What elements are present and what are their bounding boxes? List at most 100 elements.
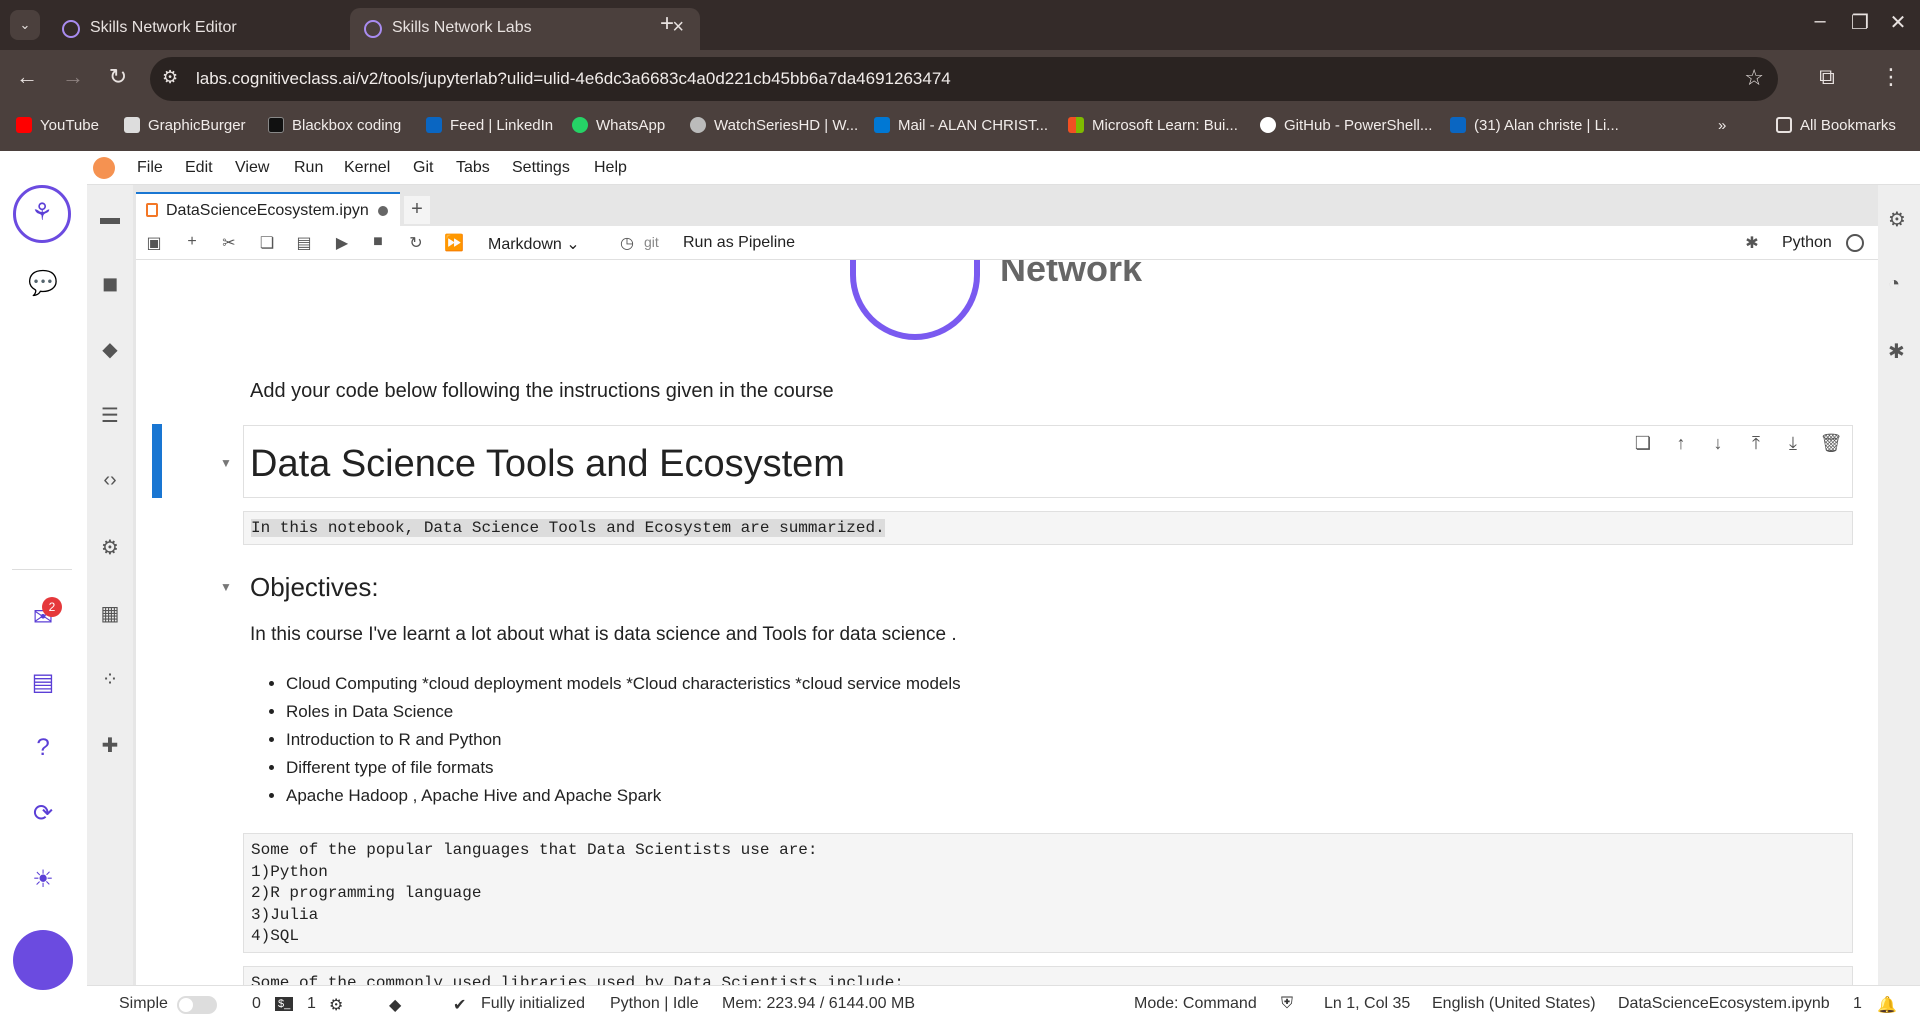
sync-icon[interactable]: ⟳	[26, 799, 60, 833]
git-branch-icon[interactable]: ◆	[389, 995, 401, 1015]
extensions-puzzle-icon[interactable]: ✚	[97, 733, 123, 759]
bookmark-youtube[interactable]: YouTube	[16, 117, 99, 134]
bookmark-star-icon[interactable]: ☆	[1744, 65, 1764, 91]
copy-icon[interactable]: ❏	[255, 233, 279, 253]
theme-icon[interactable]: ☀	[26, 865, 60, 899]
extensions-icon[interactable]: ⧉	[1812, 64, 1842, 90]
menu-tabs[interactable]: Tabs	[456, 159, 490, 177]
jupyter-logo-icon	[93, 157, 115, 179]
debugger-icon[interactable]: ✱	[1888, 339, 1905, 364]
browser-tab-editor[interactable]: Skills Network Editor ×	[48, 8, 398, 50]
code-snippets-icon[interactable]: ‹›	[97, 469, 123, 495]
bookmark-graphicburger[interactable]: GraphicBurger	[124, 117, 246, 134]
notebook-tab[interactable]: DataScienceEcosystem.ipyn	[136, 192, 400, 226]
duplicate-cell-icon[interactable]: ❏	[1631, 433, 1655, 454]
new-tab-button[interactable]: +	[652, 10, 682, 38]
close-window-icon[interactable]: ✕	[1878, 10, 1918, 35]
menu-view[interactable]: View	[235, 159, 269, 177]
collapse-heading-icon[interactable]: ▼	[220, 456, 232, 470]
summary-cell[interactable]: In this notebook, Data Science Tools and…	[243, 511, 1853, 545]
debugger-bug-icon[interactable]: ✱	[1740, 233, 1764, 253]
bookmark-microsoft-learn[interactable]: Microsoft Learn: Bui...	[1068, 117, 1238, 134]
menu-settings[interactable]: Settings	[512, 159, 570, 177]
all-bookmarks-button[interactable]: All Bookmarks	[1776, 117, 1896, 134]
instructions-icon[interactable]: ▤	[26, 668, 60, 702]
new-launcher-button[interactable]: +	[404, 196, 430, 224]
git-diff-button[interactable]: git	[644, 234, 659, 250]
collapse-objectives-icon[interactable]: ▼	[220, 580, 232, 594]
skills-network-favicon-icon	[364, 20, 382, 38]
languages-cell[interactable]: Some of the popular languages that Data …	[243, 833, 1853, 953]
move-up-icon[interactable]: ↑	[1669, 433, 1693, 454]
resource-usage-icon[interactable]: ◔	[1888, 273, 1900, 296]
kernel-name[interactable]: Python	[1782, 234, 1832, 252]
bookmark-watchseries[interactable]: WatchSeriesHD | W...	[690, 117, 858, 134]
bookmark-github[interactable]: GitHub - PowerShell...	[1260, 117, 1432, 134]
chat-assistant-icon[interactable]: 💬	[26, 269, 60, 303]
reload-icon[interactable]: ↻	[103, 64, 133, 90]
tab-search-chevron-icon[interactable]: ⌄	[10, 10, 40, 40]
back-icon[interactable]: ←	[12, 64, 42, 90]
bookmark-mail[interactable]: Mail - ALAN CHRIST...	[874, 117, 1048, 134]
move-down-icon[interactable]: ↓	[1706, 433, 1730, 454]
address-bar[interactable]: ⚙ labs.cognitiveclass.ai/v2/tools/jupyte…	[150, 57, 1778, 101]
insert-cell-icon[interactable]: +	[180, 233, 204, 251]
terminal-icon: $_	[275, 997, 294, 1011]
menu-help[interactable]: Help	[594, 159, 627, 177]
libraries-cell[interactable]: Some of the commonly used libraries used…	[243, 966, 1853, 985]
terminal-count[interactable]: 0	[252, 995, 261, 1013]
notebook-panel[interactable]: Network Add your code below following th…	[136, 260, 1878, 985]
fast-forward-icon[interactable]: ⏩	[442, 233, 466, 253]
forward-icon[interactable]: →	[58, 64, 88, 90]
menu-edit[interactable]: Edit	[185, 159, 213, 177]
restart-icon[interactable]: ↻	[404, 233, 428, 253]
bookmark-blackbox[interactable]: Blackbox coding	[268, 117, 401, 134]
delete-cell-icon[interactable]: 🗑	[1819, 433, 1843, 454]
menu-git[interactable]: Git	[413, 159, 433, 177]
kernel-count[interactable]: 1	[307, 995, 316, 1013]
component-catalog-icon[interactable]: ⁘	[97, 667, 123, 693]
unsaved-indicator-icon[interactable]	[378, 206, 388, 216]
notification-count[interactable]: 1	[1853, 995, 1862, 1013]
trusted-shield-icon[interactable]: ⛨	[1281, 995, 1293, 1013]
browser-tab-labs[interactable]: Skills Network Labs ×	[350, 8, 700, 50]
cut-icon[interactable]: ✂	[217, 233, 241, 253]
stop-icon[interactable]: ■	[366, 233, 390, 251]
minimize-icon[interactable]: –	[1800, 10, 1840, 33]
skills-network-logo-icon[interactable]: ⚘	[13, 185, 71, 243]
clock-icon[interactable]: ◷	[615, 233, 639, 253]
run-as-pipeline-button[interactable]: Run as Pipeline	[683, 234, 795, 252]
restore-icon[interactable]: ❐	[1840, 10, 1880, 35]
menu-file[interactable]: File	[137, 159, 163, 177]
menu-run[interactable]: Run	[294, 159, 323, 177]
cursor-position[interactable]: Ln 1, Col 35	[1324, 995, 1410, 1013]
site-info-icon[interactable]: ⚙	[162, 67, 178, 88]
folder-icon[interactable]: ▬	[97, 207, 123, 233]
bookmark-whatsapp[interactable]: WhatsApp	[572, 117, 665, 134]
cell-type-select[interactable]: Markdown ⌄	[488, 234, 580, 254]
notebook-heading: Data Science Tools and Ecosystem	[250, 443, 845, 485]
lsp-status[interactable]: Fully initialized	[481, 995, 585, 1013]
bell-icon[interactable]: 🔔	[1877, 995, 1897, 1015]
run-icon[interactable]: ▶	[330, 233, 354, 253]
user-avatar[interactable]	[13, 930, 73, 990]
more-bookmarks-icon[interactable]: »	[1718, 117, 1726, 134]
property-inspector-icon[interactable]: ⚙	[97, 535, 123, 561]
menu-kernel[interactable]: Kernel	[344, 159, 390, 177]
paste-icon[interactable]: ▤	[292, 233, 316, 253]
table-of-contents-icon[interactable]: ☰	[97, 403, 123, 429]
git-icon[interactable]: ◆	[97, 337, 123, 363]
browser-menu-icon[interactable]: ⋮	[1876, 64, 1906, 90]
bookmark-linkedin-feed[interactable]: Feed | LinkedIn	[426, 117, 553, 134]
running-kernels-icon[interactable]: ◼	[97, 271, 123, 297]
kernel-state[interactable]: Python | Idle	[610, 995, 699, 1013]
insert-below-icon[interactable]: ⤓	[1781, 433, 1805, 454]
help-icon[interactable]: ?	[26, 734, 60, 768]
elyra-runtimes-icon[interactable]: ▦	[97, 601, 123, 627]
bookmark-linkedin-profile[interactable]: (31) Alan christe | Li...	[1450, 117, 1619, 134]
simple-mode-toggle[interactable]	[177, 996, 217, 1014]
spellcheck-language[interactable]: English (United States)	[1432, 995, 1596, 1013]
insert-above-icon[interactable]: ⤒	[1744, 433, 1768, 454]
save-icon[interactable]: ▣	[142, 233, 166, 253]
property-settings-icon[interactable]: ⚙	[1888, 207, 1906, 232]
